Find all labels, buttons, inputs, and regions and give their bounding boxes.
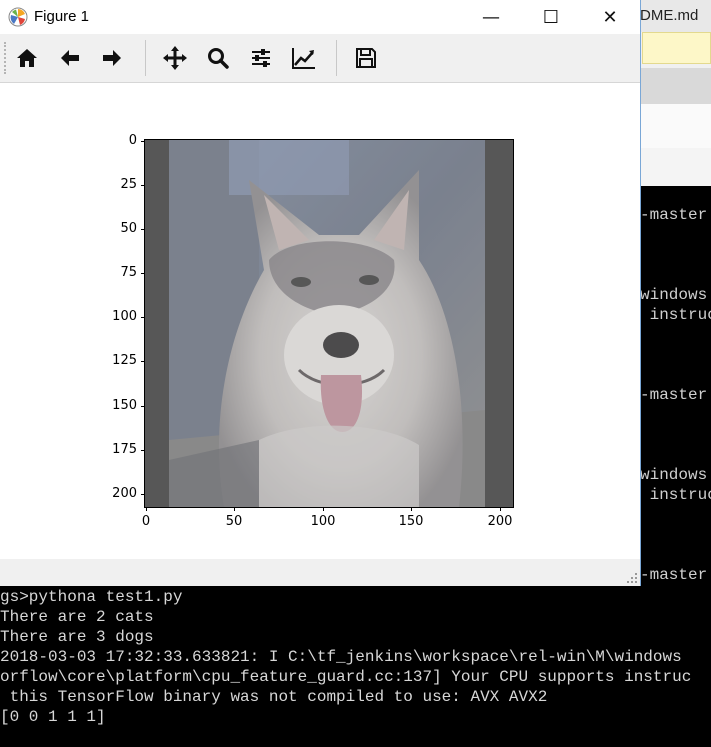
window-title: Figure 1 <box>34 8 90 25</box>
console-line: 2018-03-03 17:32:33.633821: I C:\tf_jenk… <box>0 648 682 666</box>
toolbar-separator <box>145 40 146 76</box>
pan-icon <box>163 46 187 70</box>
y-tick-label: 25 <box>120 177 137 192</box>
y-tick-label: 0 <box>128 133 137 148</box>
console-line: There are 2 cats <box>0 608 154 626</box>
background-console: -master windows instruc -master windows … <box>640 186 711 586</box>
background-editor-tab[interactable]: DME.md <box>640 0 711 32</box>
minimize-icon: — <box>482 6 500 28</box>
background-editor-panel-header: — <box>640 148 711 318</box>
y-tick-mark <box>141 273 145 274</box>
navigation-toolbar <box>0 34 640 83</box>
x-tick-mark <box>234 507 235 511</box>
figure-window: Figure 1 — ☐ ✕ 0 25 50 75 100 125 150 17… <box>0 0 640 586</box>
y-tick-mark <box>141 141 145 142</box>
close-button[interactable]: ✕ <box>587 0 633 34</box>
x-tick-label: 50 <box>225 514 243 529</box>
edit-axis-button[interactable] <box>289 43 319 73</box>
configure-subplots-button[interactable] <box>246 43 276 73</box>
close-icon: ✕ <box>602 6 618 28</box>
zoom-icon <box>208 48 229 69</box>
maximize-icon: ☐ <box>542 6 560 28</box>
background-editor-window: DME.md — <box>640 0 711 318</box>
y-tick-mark <box>141 317 145 318</box>
terminal-console[interactable]: gs>pythona test1.py There are 2 cats The… <box>0 586 711 747</box>
y-tick-label: 175 <box>112 442 137 457</box>
y-tick-label: 150 <box>112 398 137 413</box>
y-tick-mark <box>141 361 145 362</box>
x-tick-mark <box>500 507 501 511</box>
toolbar-separator <box>336 40 337 76</box>
background-editor-notice-bar <box>642 32 711 64</box>
y-tick-mark <box>141 450 145 451</box>
resize-grip-icon[interactable] <box>627 573 637 583</box>
background-console-line: instruc <box>640 306 711 324</box>
console-line: There are 3 dogs <box>0 628 154 646</box>
x-tick-mark <box>323 507 324 511</box>
matplotlib-app-icon <box>8 7 28 27</box>
y-tick-label: 75 <box>120 265 137 280</box>
x-tick-label: 150 <box>398 514 424 529</box>
background-console-line: -master <box>640 386 708 404</box>
forward-button[interactable] <box>97 43 127 73</box>
save-button[interactable] <box>351 43 381 73</box>
title-bar[interactable]: Figure 1 — ☐ ✕ <box>0 0 640 34</box>
back-button[interactable] <box>55 43 85 73</box>
y-tick-mark <box>141 494 145 495</box>
background-console-line: instruc <box>640 486 711 504</box>
background-editor-panel <box>640 104 711 149</box>
x-tick-label: 100 <box>310 514 336 529</box>
background-console-line: windows <box>640 466 708 484</box>
background-console-line: -master <box>640 566 708 584</box>
y-tick-label: 200 <box>112 486 137 501</box>
image-axes[interactable] <box>144 139 514 508</box>
maximize-button[interactable]: ☐ <box>528 0 574 34</box>
y-tick-mark <box>141 229 145 230</box>
console-line: gs>pythona test1.py <box>0 588 183 606</box>
back-arrow-icon <box>61 50 79 66</box>
x-tick-mark <box>411 507 412 511</box>
status-bar <box>0 559 640 586</box>
y-tick-label: 100 <box>112 309 137 324</box>
edit-axis-icon <box>292 48 315 69</box>
x-tick-label: 200 <box>487 514 513 529</box>
save-icon <box>356 48 376 68</box>
configure-subplots-icon <box>252 49 270 67</box>
x-tick-mark <box>146 507 147 511</box>
y-tick-label: 125 <box>112 353 137 368</box>
background-console-line: windows <box>640 286 708 304</box>
console-line: [0 0 1 1 1] <box>0 708 106 726</box>
y-tick-label: 50 <box>120 221 137 236</box>
home-icon <box>17 49 37 67</box>
husky-dog-photo <box>169 140 485 507</box>
background-editor-toolbar <box>640 68 711 104</box>
console-line: this TensorFlow binary was not compiled … <box>0 688 548 706</box>
x-tick-label: 0 <box>141 514 151 529</box>
forward-arrow-icon <box>103 50 121 66</box>
home-button[interactable] <box>12 43 42 73</box>
toolbar-grip[interactable] <box>4 42 8 74</box>
y-tick-mark <box>141 185 145 186</box>
background-console-line: -master <box>640 206 708 224</box>
y-tick-mark <box>141 406 145 407</box>
zoom-button[interactable] <box>203 43 233 73</box>
pan-button[interactable] <box>160 43 190 73</box>
console-line: orflow\core\platform\cpu_feature_guard.c… <box>0 668 692 686</box>
minimize-button[interactable]: — <box>468 0 514 34</box>
background-editor-tab-label: DME.md <box>640 7 699 24</box>
